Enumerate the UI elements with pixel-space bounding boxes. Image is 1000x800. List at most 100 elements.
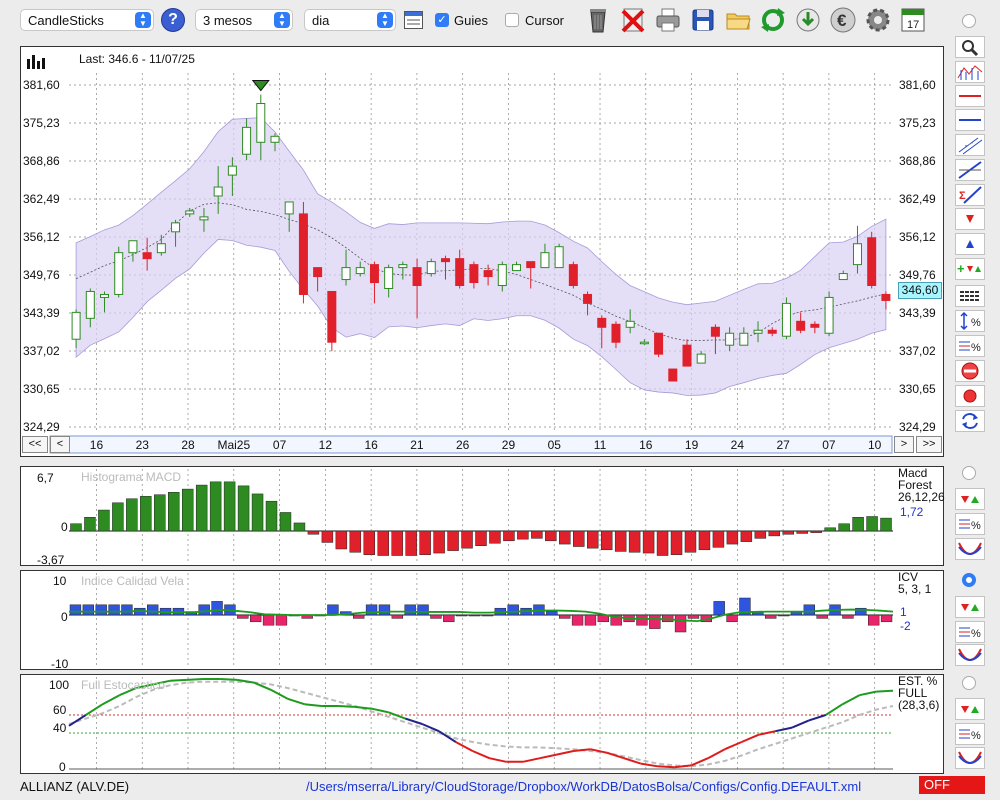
sell-arrow-button[interactable] [955,208,985,230]
stoch-signals-button[interactable] [955,698,985,720]
stochastic-fast-segment [102,694,120,706]
horizontal-line-red-button[interactable] [955,85,985,107]
macd-legend-3: 26,12,26 [898,490,945,504]
stoch-percent-button[interactable]: % [955,723,985,745]
x-tick-label: 16 [639,438,653,452]
candle-body [242,126,252,155]
icv-bar [69,604,82,616]
icv-bar [198,604,210,616]
refresh-icon[interactable] [758,5,788,35]
radio-macd[interactable] [962,466,976,480]
folder-icon[interactable] [723,5,753,35]
macd-bar [140,496,152,532]
list-button[interactable] [955,285,985,307]
y-tick-label-left: 381,60 [23,78,60,92]
macd-bar [433,530,445,554]
stoch-curve-button[interactable] [955,747,985,769]
off-status-badge[interactable]: OFF [919,776,985,794]
nav-first-button[interactable]: << [22,436,48,453]
svg-text:%: % [971,317,981,329]
chart-type-select[interactable]: CandleSticks ▲ ▼ [20,9,154,31]
icv-bar [456,614,468,617]
candle-body [696,353,706,364]
macd-bar [782,530,794,535]
curve-icon [958,648,982,661]
chevron-updown-icon: ▲ ▼ [274,12,290,28]
icv-bar [584,614,597,626]
macd-signals-button[interactable] [955,488,985,510]
stoch-ytick-100: 100 [49,678,70,692]
scale-percent-button[interactable]: % [955,310,985,332]
download-icon[interactable] [793,5,823,35]
x-tick-label: 10 [868,438,882,452]
y-tick-label-left: 362,49 [23,192,60,206]
print-icon[interactable] [653,5,683,35]
chart-style-button[interactable] [955,61,985,83]
record-button[interactable] [955,385,985,407]
stochastic-fast-segment [556,750,574,756]
icv-bar [649,614,661,629]
period-select[interactable]: 3 mesos ▲ ▼ [195,9,293,31]
help-icon[interactable]: ? [161,8,185,32]
icv-curve-button[interactable] [955,644,985,666]
candle-body [398,264,408,269]
nav-last-button[interactable]: >> [916,436,942,453]
candle-body [114,252,124,295]
radio-icv[interactable] [962,573,976,587]
candle-body [682,344,692,367]
stochastic-panel[interactable]: Full Estocastico 100 60 40 0 EST. % FULL… [20,674,944,774]
icv-signals-button[interactable] [955,596,985,618]
horizontal-line-blue-button[interactable] [955,109,985,131]
macd-ytick-bottom: -3,67 [37,553,65,567]
macd-bar [852,517,864,532]
price-chart[interactable]: 381,60 381,60 375,23 375,23 368,86 368,86 362,… [21,47,943,456]
config-path-link[interactable]: /Users/mserra/Library/CloudStorage/Dropb… [306,779,861,794]
price-chart-panel[interactable]: 381,60 381,60 375,23 375,23 368,86 368,86 362,… [20,46,944,457]
magnifier-icon [962,40,979,57]
currency-icon[interactable]: € [828,5,858,35]
table-icon[interactable] [404,11,423,29]
radio-main-toolbar[interactable] [962,14,976,28]
macd-panel[interactable]: Histograma MACD 6,7 0 -3,67 Macd Forest … [20,466,945,567]
stochastic-fast-segment [455,741,474,752]
candle-body [440,258,450,263]
macd-bar [517,530,529,540]
guides-checkbox[interactable]: ✓ [435,13,449,27]
icv-percent-button[interactable]: % [955,621,985,643]
svg-text:%: % [971,628,981,640]
y-tick-label-right: 330,65 [899,382,936,396]
sync-button[interactable] [955,410,985,432]
nav-prev-button[interactable]: < [50,436,70,453]
fibonacci-button[interactable]: Σ [955,184,985,206]
no-entry-button[interactable] [955,360,985,382]
macd-bar [112,502,124,532]
add-signal-button[interactable]: + [955,258,985,280]
calendar-icon[interactable]: 17 [900,5,930,35]
icv-title: Indice Calidad Vela [81,574,184,588]
cursor-checkbox[interactable] [505,13,519,27]
settings-icon[interactable] [863,5,893,35]
zoom-button[interactable] [955,36,985,58]
trash-icon[interactable] [583,5,613,35]
stochastic-fast-segment [859,690,877,697]
save-icon[interactable] [688,5,718,35]
candle-body [526,261,536,269]
x-tick-label: 11 [594,438,607,452]
macd-bar [503,530,515,542]
nav-next-button[interactable]: > [894,436,914,453]
channel-button[interactable] [955,134,985,156]
delete-icon[interactable] [618,5,648,35]
macd-bar [586,530,599,549]
period-value: 3 mesos [203,13,253,28]
chevron-updown-icon: ▲ ▼ [135,12,151,28]
macd-curve-button[interactable] [955,538,985,560]
percent-lines-button[interactable]: % [955,335,985,357]
record-icon [963,389,977,403]
macd-percent-button[interactable]: % [955,513,985,535]
trendline-button[interactable] [955,159,985,181]
interval-select[interactable]: dia ▲ ▼ [304,9,396,31]
radio-stochastic[interactable] [962,676,976,690]
curve-icon [958,542,982,555]
icv-panel[interactable]: Indice Calidad Vela 10 0 -10 ICV 5, 3, 1… [20,570,944,671]
buy-arrow-button[interactable] [955,233,985,255]
